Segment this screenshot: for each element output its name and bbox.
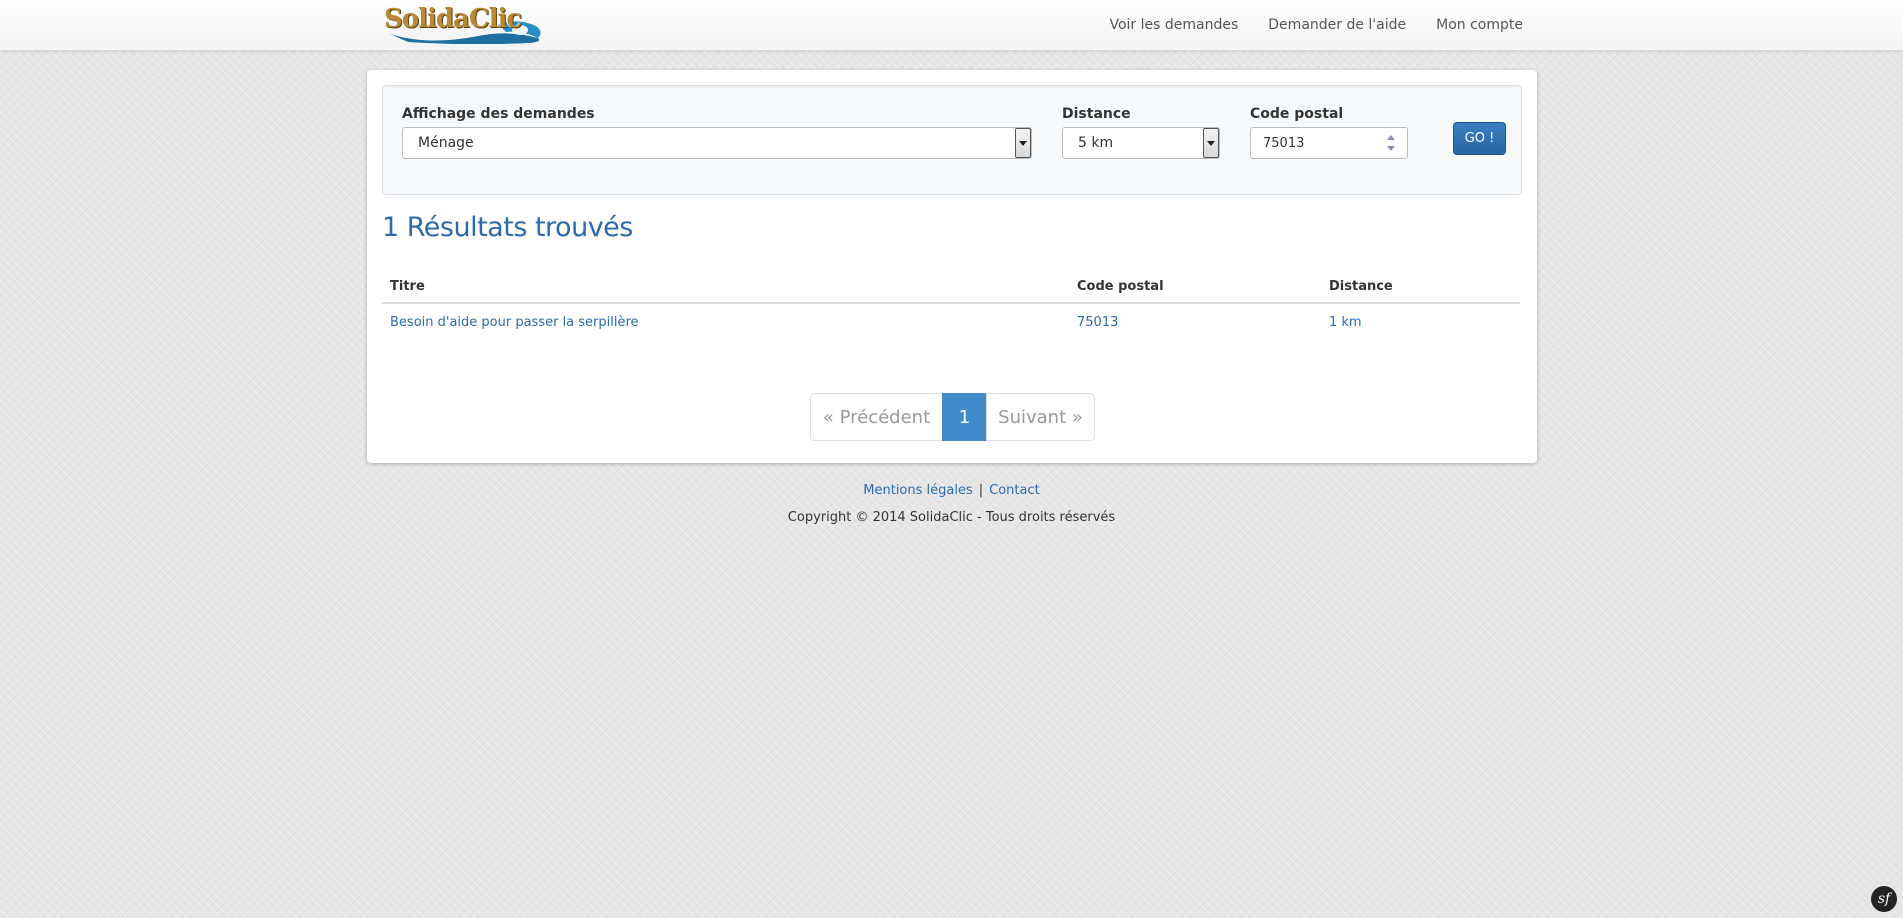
distance-label: Distance xyxy=(1062,106,1131,122)
results-heading: 1 Résultats trouvés xyxy=(382,212,633,243)
postal-code-input[interactable]: 75013 xyxy=(1250,127,1408,159)
postal-code-label: Code postal xyxy=(1250,106,1344,122)
result-title-link[interactable]: Besoin d'aide pour passer la serpillère xyxy=(390,315,639,330)
column-header-distance: Distance xyxy=(1321,270,1520,304)
nav-voir-les-demandes[interactable]: Voir les demandes xyxy=(1109,17,1238,33)
nav-links: Voir les demandes Demander de l'aide Mon… xyxy=(1079,0,1523,50)
footer-separator: | xyxy=(978,483,984,498)
chevron-down-icon xyxy=(1015,128,1031,158)
pagination-next[interactable]: Suivant » xyxy=(986,393,1095,441)
table-header-row: Titre Code postal Distance xyxy=(382,270,1520,304)
category-label: Affichage des demandes xyxy=(402,106,595,122)
column-header-titre: Titre xyxy=(382,270,1069,304)
nav-mon-compte[interactable]: Mon compte xyxy=(1436,17,1523,33)
logo-text: SolidaClic xyxy=(384,4,522,34)
category-select[interactable]: Ménage xyxy=(402,127,1032,159)
cell-postal: 75013 xyxy=(1069,303,1321,340)
results-table: Titre Code postal Distance Besoin d'aide… xyxy=(382,270,1520,340)
nav-demander-de-laide[interactable]: Demander de l'aide xyxy=(1268,17,1406,33)
footer-legal-link[interactable]: Mentions légales xyxy=(863,483,972,498)
pagination: « Précédent 1 Suivant » xyxy=(810,393,1095,441)
footer-contact-link[interactable]: Contact xyxy=(989,483,1040,498)
footer-links: Mentions légales | Contact xyxy=(0,483,1903,498)
main-panel: Affichage des demandes Ménage Distance 5… xyxy=(367,70,1537,463)
distance-select-value: 5 km xyxy=(1078,135,1114,151)
filter-form: Affichage des demandes Ménage Distance 5… xyxy=(382,85,1522,195)
category-select-value: Ménage xyxy=(418,135,474,151)
pagination-previous[interactable]: « Précédent xyxy=(810,393,943,441)
column-header-code-postal: Code postal xyxy=(1069,270,1321,304)
copyright-text: Copyright © 2014 SolidaClic - Tous droit… xyxy=(787,510,1116,525)
distance-select[interactable]: 5 km xyxy=(1062,127,1220,159)
site-logo[interactable]: SolidaClic xyxy=(380,2,552,46)
top-navbar: SolidaClic Voir les demandes Demander de… xyxy=(0,0,1903,51)
spinner-arrows-icon[interactable] xyxy=(1385,135,1397,151)
pagination-page-1[interactable]: 1 xyxy=(942,393,987,441)
go-button[interactable]: GO ! xyxy=(1453,122,1506,155)
cell-title: Besoin d'aide pour passer la serpillère xyxy=(382,303,1069,340)
cell-distance: 1 km xyxy=(1321,303,1520,340)
chevron-down-icon xyxy=(1203,128,1219,158)
symfony-icon[interactable]: sf xyxy=(1871,886,1897,912)
table-row: Besoin d'aide pour passer la serpillère … xyxy=(382,303,1520,340)
postal-code-value: 75013 xyxy=(1263,136,1305,151)
result-postal-link[interactable]: 75013 xyxy=(1077,315,1118,330)
result-distance-link[interactable]: 1 km xyxy=(1329,315,1362,330)
